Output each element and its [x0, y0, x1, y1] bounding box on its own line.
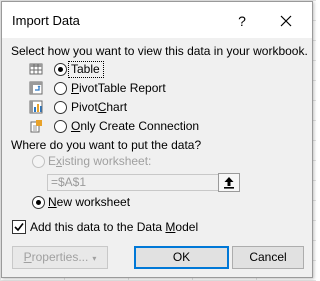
close-icon	[280, 15, 292, 27]
connection-icon	[30, 120, 42, 133]
pivotchart-option-label[interactable]: PivotChart	[71, 100, 127, 114]
title-bar: Import Data ?	[2, 2, 312, 38]
pivottable-option-label[interactable]: PivotTable Report	[71, 81, 166, 95]
dialog-title: Import Data	[12, 13, 80, 28]
import-data-dialog: Import Data ? Select how you want to vie…	[1, 1, 313, 278]
cell-reference-input[interactable]: =$A$1	[47, 174, 220, 191]
ok-button[interactable]: OK	[134, 246, 229, 269]
close-button[interactable]	[266, 8, 306, 34]
properties-button[interactable]: Properties... ▾	[12, 246, 108, 269]
help-button[interactable]: ?	[222, 8, 262, 34]
only-create-connection-option-label[interactable]: Only Create Connection	[71, 119, 199, 133]
existing-worksheet-radio[interactable]	[32, 155, 45, 168]
checkmark-icon	[14, 223, 24, 232]
pivotchart-radio[interactable]	[54, 101, 67, 114]
cancel-button[interactable]: Cancel	[232, 246, 304, 269]
table-radio[interactable]	[54, 63, 67, 76]
collapse-arrow-icon	[224, 177, 234, 189]
location-prompt: Where do you want to put the data?	[11, 138, 202, 152]
table-option-label[interactable]: Table	[71, 62, 100, 76]
new-worksheet-label[interactable]: New worksheet	[48, 195, 130, 209]
pivottable-radio[interactable]	[54, 82, 67, 95]
view-prompt: Select how you want to view this data in…	[11, 44, 308, 58]
add-to-data-model-checkbox[interactable]	[12, 220, 26, 234]
only-create-connection-radio[interactable]	[54, 120, 67, 133]
existing-worksheet-label: Existing worksheet:	[48, 154, 152, 168]
new-worksheet-radio[interactable]	[32, 196, 45, 209]
add-to-data-model-label[interactable]: Add this data to the Data Model	[30, 220, 198, 234]
pivottable-icon	[29, 81, 43, 95]
pivotchart-icon	[29, 100, 43, 114]
collapse-dialog-button[interactable]	[218, 173, 240, 192]
table-icon	[29, 63, 43, 75]
